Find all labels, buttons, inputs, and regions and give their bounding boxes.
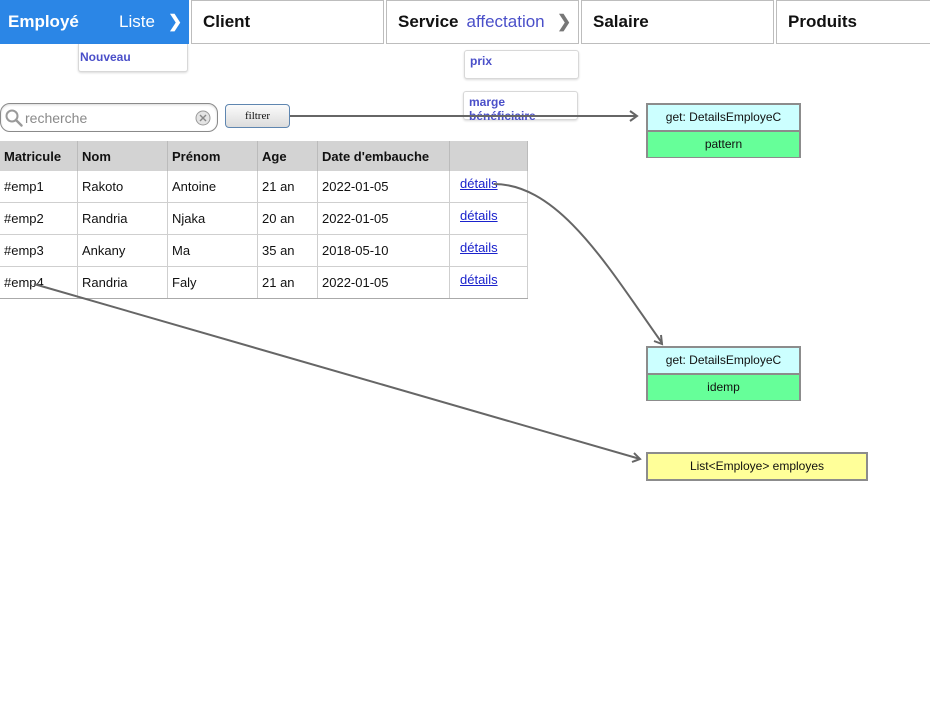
table-row: #emp2 Randria Njaka 20 an 2022-01-05 dét… — [0, 202, 528, 235]
cell-details: détails — [449, 171, 528, 203]
cell-matricule: #emp3 — [0, 234, 78, 267]
menu-item-marge-label: marge bénéficiaire — [469, 95, 536, 123]
cell-prenom: Njaka — [167, 202, 258, 235]
cell-date-embauche: 2022-01-05 — [317, 171, 450, 203]
details-link[interactable]: détails — [460, 208, 498, 223]
chevron-right-icon: ❯ — [557, 12, 572, 31]
top-navigation: Employé Liste ❯ Client Service affectati… — [0, 0, 930, 46]
arrow-head-icon — [653, 334, 664, 346]
annotation-param: idemp — [648, 375, 799, 400]
arrow-head-icon — [629, 110, 639, 122]
tab-salaire-label: Salaire — [593, 12, 649, 31]
tab-client[interactable]: Client — [191, 0, 384, 44]
cell-age: 21 an — [257, 266, 318, 299]
cell-nom: Ankany — [77, 234, 168, 267]
cell-details: détails — [449, 202, 528, 235]
table-row: #emp4 Randria Faly 21 an 2022-01-05 déta… — [0, 266, 528, 299]
table-row: #emp1 Rakoto Antoine 21 an 2022-01-05 dé… — [0, 171, 528, 203]
tab-service-label: Service — [398, 12, 459, 31]
column-header-nom[interactable]: Nom — [77, 141, 168, 171]
cell-matricule: #emp4 — [0, 266, 78, 299]
cell-details: détails — [449, 266, 528, 299]
search-box — [0, 103, 218, 132]
column-header-prenom[interactable]: Prénom — [167, 141, 258, 171]
column-header-age[interactable]: Age — [257, 141, 318, 171]
cell-nom: Randria — [77, 202, 168, 235]
tab-employe-sub-liste[interactable]: Liste — [119, 12, 155, 32]
cell-date-embauche: 2022-01-05 — [317, 266, 450, 299]
cell-matricule: #emp2 — [0, 202, 78, 235]
search-icon — [5, 109, 23, 127]
annotation-method: get: DetailsEmployeC — [648, 105, 799, 132]
cell-nom: Rakoto — [77, 171, 168, 203]
tab-client-label: Client — [203, 12, 251, 31]
menu-item-prix-label: prix — [470, 54, 493, 68]
cell-age: 35 an — [257, 234, 318, 267]
cell-date-embauche: 2022-01-05 — [317, 202, 450, 235]
column-header-matricule[interactable]: Matricule — [0, 141, 78, 171]
menu-item-marge-beneficiaire[interactable]: marge bénéficiaire — [463, 91, 578, 123]
cell-nom: Randria — [77, 266, 168, 299]
menu-item-nouveau[interactable]: Nouveau — [78, 44, 188, 72]
tab-produits-label: Produits — [788, 12, 857, 31]
employee-table: Matricule Nom Prénom Age Date d'embauche… — [0, 141, 528, 299]
annotation-get-pattern: get: DetailsEmployeC pattern — [646, 103, 801, 158]
arrow-head-icon — [631, 452, 642, 463]
tab-produits[interactable]: Produits — [776, 0, 930, 44]
tab-employe[interactable]: Employé Liste ❯ — [0, 0, 189, 44]
menu-item-prix[interactable]: prix — [464, 50, 579, 79]
cell-age: 20 an — [257, 202, 318, 235]
details-link[interactable]: détails — [460, 240, 498, 255]
clear-icon[interactable] — [195, 110, 211, 126]
annotation-list-employes: List<Employe> employes — [646, 452, 868, 481]
filter-button[interactable]: filtrer — [225, 104, 290, 128]
cell-prenom: Faly — [167, 266, 258, 299]
cell-matricule: #emp1 — [0, 171, 78, 203]
tab-salaire[interactable]: Salaire — [581, 0, 774, 44]
tab-service-sub-affectation[interactable]: affectation — [467, 12, 545, 32]
chevron-right-icon: ❯ — [168, 12, 183, 31]
table-row: #emp3 Ankany Ma 35 an 2018-05-10 détails — [0, 234, 528, 267]
cell-details: détails — [449, 234, 528, 267]
tab-employe-label: Employé — [8, 12, 79, 31]
cell-prenom: Ma — [167, 234, 258, 267]
column-header-actions — [449, 141, 528, 171]
cell-prenom: Antoine — [167, 171, 258, 203]
column-header-date-embauche[interactable]: Date d'embauche — [317, 141, 450, 171]
annotation-method: get: DetailsEmployeC — [648, 348, 799, 375]
table-header-row: Matricule Nom Prénom Age Date d'embauche — [0, 141, 528, 171]
annotation-get-idemp: get: DetailsEmployeC idemp — [646, 346, 801, 401]
menu-item-nouveau-label: Nouveau — [80, 50, 131, 64]
arrow-table-to-list — [33, 283, 641, 460]
cell-age: 21 an — [257, 171, 318, 203]
details-link[interactable]: détails — [460, 176, 498, 191]
annotation-param: pattern — [648, 132, 799, 157]
search-input[interactable] — [25, 108, 190, 128]
tab-service[interactable]: Service affectation ❯ — [386, 0, 579, 44]
cell-date-embauche: 2018-05-10 — [317, 234, 450, 267]
details-link[interactable]: détails — [460, 272, 498, 287]
